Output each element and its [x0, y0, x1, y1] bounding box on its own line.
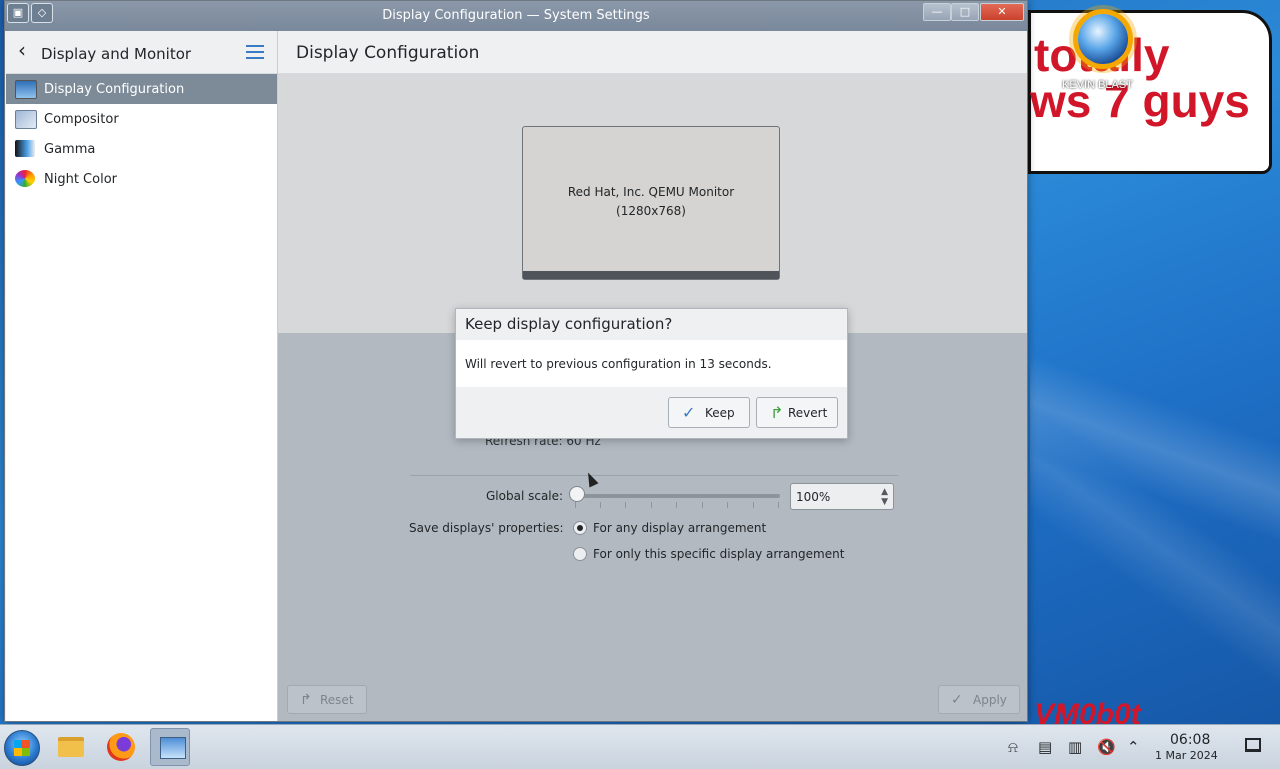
keep-button[interactable]: ✓ Keep [668, 397, 750, 428]
sidebar-item-night-color[interactable]: Night Color [6, 164, 277, 194]
sun-orb-icon [1078, 14, 1128, 64]
expand-tray-icon[interactable]: ⌃ [1127, 738, 1140, 756]
taskbar: ⍾ ▤ ▥ 🔇 ⌃ 06:08 1 Mar 2024 [0, 724, 1280, 769]
clipboard-icon[interactable]: ▤ [1038, 738, 1052, 756]
notifications-icon[interactable]: ⍾ [1008, 738, 1018, 756]
radio-any-arrangement-label[interactable]: For any display arrangement [593, 521, 766, 535]
global-scale-label: Global scale: [486, 489, 564, 503]
divider [410, 475, 898, 476]
slider-ticks [575, 502, 780, 508]
global-scale-slider[interactable] [575, 494, 780, 498]
page-title: Display Configuration [296, 43, 480, 63]
light-rays [1030, 200, 1280, 720]
radio-any-arrangement[interactable] [573, 521, 587, 535]
minimize-button[interactable]: — [923, 3, 951, 21]
dialog-title: Keep display configuration? [465, 315, 673, 333]
revert-arrow-icon: ↱ [770, 403, 784, 422]
window-title: Display Configuration — System Settings [382, 8, 650, 23]
reset-icon: ↱ [300, 692, 312, 708]
dialog-message: Will revert to previous configuration in… [465, 357, 772, 371]
reset-button[interactable]: ↱ Reset [287, 685, 367, 714]
close-button[interactable]: ✕ [980, 3, 1024, 21]
maximize-button[interactable]: □ [951, 3, 979, 21]
reset-label: Reset [320, 693, 354, 707]
display-icon [15, 80, 37, 99]
firefox-icon [107, 733, 135, 761]
sidebar-item-label: Display Configuration [44, 82, 185, 97]
footer-bar: ↱ Reset ✓ Apply [278, 681, 1027, 721]
keep-configuration-dialog: Keep display configuration? Will revert … [455, 308, 848, 439]
window-titlebar[interactable]: ▣ ◇ Display Configuration — System Setti… [5, 1, 1027, 31]
dialog-body: Will revert to previous configuration in… [456, 340, 847, 387]
sidebar-item-gamma[interactable]: Gamma [6, 134, 277, 164]
storage-icon[interactable]: ▥ [1068, 738, 1082, 756]
taskbar-app-system-settings[interactable] [150, 728, 190, 766]
sidebar: ‹ Display and Monitor Display Configurat… [6, 31, 278, 721]
sidebar-item-label: Night Color [44, 172, 117, 187]
volume-muted-icon[interactable]: 🔇 [1097, 738, 1116, 756]
monitor-preview[interactable]: Red Hat, Inc. QEMU Monitor (1280x768) [522, 126, 780, 280]
start-menu-button[interactable] [4, 730, 40, 766]
night-color-icon [15, 170, 35, 187]
kevin-blast-label: KEVIN BLAST [1062, 79, 1133, 91]
back-arrow-icon[interactable]: ‹ [18, 40, 26, 60]
monitor-bottom-bar [523, 271, 779, 279]
hamburger-menu-icon[interactable] [246, 45, 264, 59]
sidebar-title: Display and Monitor [41, 45, 192, 63]
clock-time[interactable]: 06:08 [1170, 732, 1210, 748]
slider-handle[interactable] [569, 486, 585, 502]
show-desktop-icon[interactable] [1245, 738, 1261, 752]
main-header: Display Configuration [278, 31, 1027, 74]
radio-specific-arrangement[interactable] [573, 547, 587, 561]
sidebar-item-display-configuration[interactable]: Display Configuration [6, 74, 277, 104]
clock-date[interactable]: 1 Mar 2024 [1155, 749, 1218, 762]
sidebar-item-label: Gamma [44, 142, 96, 157]
gamma-icon [15, 140, 35, 157]
sidebar-item-compositor[interactable]: Compositor [6, 104, 277, 134]
global-scale-value: 100% [796, 490, 831, 504]
sidebar-header: ‹ Display and Monitor [6, 31, 277, 74]
system-settings-icon [160, 737, 186, 759]
keep-label: Keep [705, 406, 735, 420]
checkmark-icon: ✓ [951, 692, 963, 708]
watermark-text: VM0b0t [1034, 698, 1141, 725]
apply-label: Apply [973, 693, 1007, 707]
spin-down-icon[interactable]: ▼ [881, 498, 888, 507]
checkmark-icon: ✓ [682, 403, 696, 422]
taskbar-app-firefox[interactable] [101, 728, 141, 766]
monitor-resolution: (1280x768) [616, 204, 686, 218]
spin-up-icon[interactable]: ▲ [881, 488, 888, 497]
file-manager-icon [58, 737, 84, 757]
global-scale-spinbox[interactable]: 100% ▲ ▼ [790, 483, 894, 510]
revert-label: Revert [788, 406, 828, 420]
monitor-name: Red Hat, Inc. QEMU Monitor [567, 185, 735, 199]
compositor-icon [15, 110, 37, 129]
apply-button[interactable]: ✓ Apply [938, 685, 1020, 714]
sidebar-item-label: Compositor [44, 112, 119, 127]
radio-specific-arrangement-label[interactable]: For only this specific display arrangeme… [593, 547, 844, 561]
taskbar-app-file-manager[interactable] [50, 728, 90, 766]
save-properties-label: Save displays' properties: [409, 521, 564, 535]
revert-button[interactable]: ↱ Revert [756, 397, 838, 428]
